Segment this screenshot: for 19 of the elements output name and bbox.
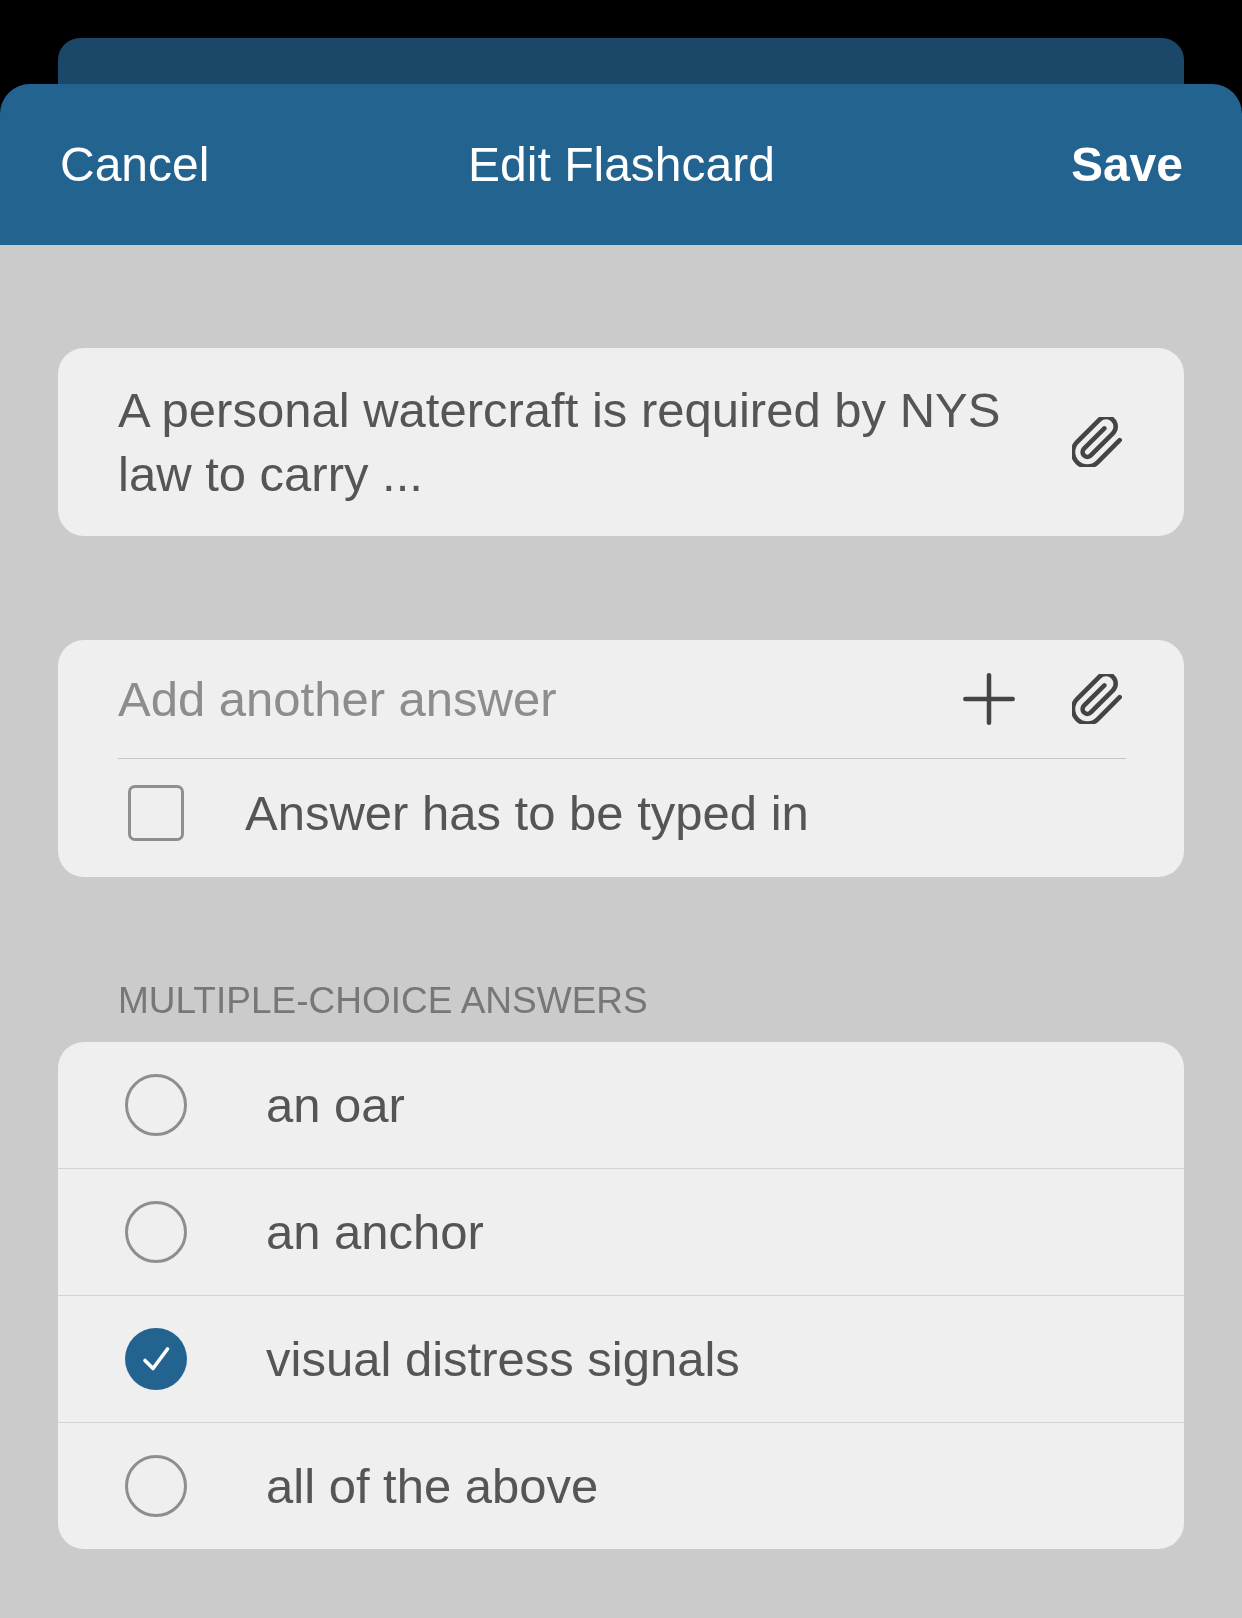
plus-icon[interactable] [963,673,1015,725]
answer-option-text: visual distress signals [266,1331,740,1388]
save-button[interactable]: Save [1070,135,1183,194]
radio-button[interactable] [125,1455,187,1517]
checkbox-label: Answer has to be typed in [245,785,809,842]
radio-button[interactable] [125,1201,187,1263]
answer-option-text: an anchor [266,1204,484,1261]
radio-button[interactable] [125,1328,187,1390]
answer-input[interactable]: Add another answer [118,667,963,731]
radio-button[interactable] [125,1074,187,1136]
paperclip-icon[interactable] [1072,417,1122,467]
checkbox[interactable] [128,785,184,841]
answer-option-text: all of the above [266,1458,599,1515]
section-header: MULTIPLE-CHOICE ANSWERS [117,981,648,1021]
paperclip-icon[interactable] [1072,674,1122,724]
screen-title: Edit Flashcard [468,136,775,193]
question-text-field[interactable]: A personal watercraft is required by NYS law to carry ... [118,378,1040,506]
answer-option-text: an oar [266,1077,405,1134]
cancel-button[interactable]: Cancel [60,135,210,194]
